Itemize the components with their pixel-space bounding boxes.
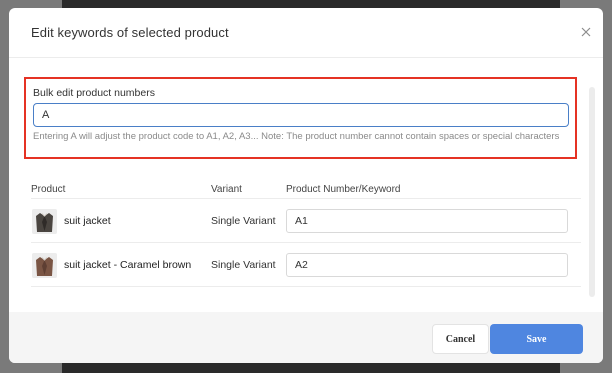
dialog-footer: Cancel Save bbox=[9, 312, 603, 363]
backdrop-page-edge bbox=[62, 363, 560, 373]
bulk-edit-label: Bulk edit product numbers bbox=[33, 87, 155, 99]
product-name: suit jacket bbox=[64, 215, 111, 227]
edit-keywords-dialog: Edit keywords of selected product Bulk e… bbox=[9, 8, 603, 363]
scrollbar[interactable] bbox=[589, 87, 595, 297]
bulk-edit-input[interactable] bbox=[33, 103, 569, 127]
product-name: suit jacket - Caramel brown bbox=[64, 259, 192, 271]
table-row: suit jacket Single Variant bbox=[31, 200, 581, 243]
product-thumbnail bbox=[32, 209, 57, 234]
bulk-edit-help-text: Entering A will adjust the product code … bbox=[33, 131, 560, 142]
suit-jacket-thumbnail-icon bbox=[32, 253, 57, 278]
dialog-header: Edit keywords of selected product bbox=[9, 8, 603, 58]
variant-label: Single Variant bbox=[211, 259, 276, 271]
product-thumbnail bbox=[32, 253, 57, 278]
cancel-button[interactable]: Cancel bbox=[432, 324, 489, 354]
table-row: suit jacket - Caramel brown Single Varia… bbox=[31, 244, 581, 287]
column-header-variant: Variant bbox=[211, 184, 242, 195]
table-header: Product Variant Product Number/Keyword bbox=[31, 179, 581, 199]
product-keyword-input[interactable] bbox=[286, 209, 568, 233]
close-icon bbox=[581, 27, 591, 37]
close-button[interactable] bbox=[577, 23, 595, 41]
product-keyword-input[interactable] bbox=[286, 253, 568, 277]
column-header-keyword: Product Number/Keyword bbox=[286, 184, 401, 195]
suit-jacket-thumbnail-icon bbox=[32, 209, 57, 234]
variant-label: Single Variant bbox=[211, 215, 276, 227]
column-header-product: Product bbox=[31, 184, 66, 195]
save-button[interactable]: Save bbox=[490, 324, 583, 354]
bulk-edit-section: Bulk edit product numbers Entering A wil… bbox=[24, 77, 577, 159]
backdrop-page-edge bbox=[62, 0, 560, 8]
dialog-body: Bulk edit product numbers Entering A wil… bbox=[9, 59, 603, 312]
dialog-title: Edit keywords of selected product bbox=[31, 25, 229, 40]
